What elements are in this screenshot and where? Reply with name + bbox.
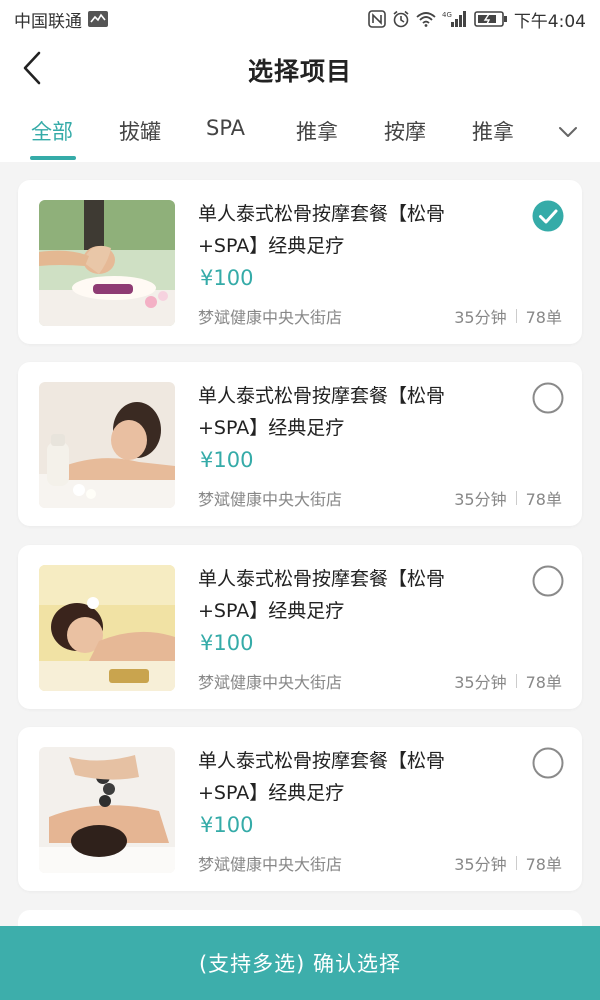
- meta-divider: [515, 491, 517, 505]
- service-title: 单人泰式松骨按摩套餐【松骨+SPA】经典足疗: [198, 203, 446, 257]
- service-title: 单人泰式松骨按摩套餐【松骨+SPA】经典足疗: [198, 385, 446, 439]
- service-card[interactable]: 单人泰式松骨按摩套餐【松骨+SPA】经典足疗 ¥100 梦斌健康中央大街店 35…: [18, 180, 582, 344]
- store-name: 梦斌健康中央大街店: [198, 855, 343, 874]
- check-circle-icon: [532, 200, 564, 232]
- store-name: 梦斌健康中央大街店: [198, 673, 343, 692]
- select-checkbox[interactable]: [532, 382, 564, 414]
- confirm-selection-button[interactable]: (支持多选) 确认选择: [0, 926, 600, 1000]
- status-bar: 中国联通 4G 下午4:04: [0, 0, 600, 38]
- service-price: ¥100: [200, 631, 254, 655]
- order-count: 78单: [525, 855, 562, 874]
- tab-massage[interactable]: 按摩: [384, 116, 426, 146]
- select-checkbox[interactable]: [532, 565, 564, 597]
- service-meta: 35分钟 78单: [454, 304, 562, 328]
- empty-circle-icon: [532, 382, 564, 414]
- empty-circle-icon: [532, 565, 564, 597]
- service-duration: 35分钟: [454, 490, 507, 509]
- active-tab-indicator: [30, 156, 76, 160]
- tab-all[interactable]: 全部: [31, 116, 73, 146]
- empty-circle-icon: [532, 747, 564, 779]
- status-bar-left: 中国联通: [14, 7, 108, 32]
- activity-icon: [88, 11, 108, 27]
- service-meta: 35分钟 78单: [454, 851, 562, 875]
- wifi-icon: [416, 11, 436, 27]
- order-count: 78单: [525, 490, 562, 509]
- service-thumbnail: [39, 565, 175, 691]
- tab-spa[interactable]: SPA: [206, 116, 245, 140]
- status-bar-right: 4G 下午4:04: [368, 7, 586, 32]
- service-price: ¥100: [200, 266, 254, 290]
- service-meta: 35分钟 78单: [454, 486, 562, 510]
- clock-label: 下午4:04: [513, 11, 586, 32]
- tabs-expand-button[interactable]: [556, 120, 580, 144]
- network-type-label: 4G: [442, 11, 452, 19]
- signal-icon: 4G: [442, 10, 468, 28]
- service-card[interactable]: 单人泰式松骨按摩套餐【松骨+SPA】经典足疗 ¥100 梦斌健康中央大街店 35…: [18, 727, 582, 891]
- service-meta: 35分钟 78单: [454, 669, 562, 693]
- alarm-icon: [392, 10, 410, 28]
- nfc-icon: [368, 10, 386, 28]
- meta-divider: [515, 674, 517, 688]
- battery-icon: [474, 10, 508, 28]
- tab-tuina-2[interactable]: 推拿: [472, 116, 514, 146]
- service-thumbnail: [39, 200, 175, 326]
- service-title: 单人泰式松骨按摩套餐【松骨+SPA】经典足疗: [198, 750, 446, 804]
- order-count: 78单: [525, 308, 562, 327]
- category-tabs: 全部 拔罐 SPA 推拿 按摩 推拿: [0, 100, 600, 162]
- tab-cupping[interactable]: 拔罐: [119, 116, 161, 146]
- service-thumbnail: [39, 382, 175, 508]
- service-price: ¥100: [200, 813, 254, 837]
- nav-header: 选择项目: [0, 38, 600, 100]
- service-price: ¥100: [200, 448, 254, 472]
- service-duration: 35分钟: [454, 308, 507, 327]
- chevron-down-icon: [559, 127, 577, 137]
- service-duration: 35分钟: [454, 855, 507, 874]
- service-card[interactable]: 单人泰式松骨按摩套餐【松骨+SPA】经典足疗 ¥100 梦斌健康中央大街店 35…: [18, 545, 582, 709]
- meta-divider: [515, 309, 517, 323]
- carrier-label: 中国联通: [14, 11, 82, 32]
- store-name: 梦斌健康中央大街店: [198, 490, 343, 509]
- meta-divider: [515, 856, 517, 870]
- order-count: 78单: [525, 673, 562, 692]
- select-checkbox[interactable]: [532, 747, 564, 779]
- service-title: 单人泰式松骨按摩套餐【松骨+SPA】经典足疗: [198, 568, 446, 622]
- tab-tuina[interactable]: 推拿: [296, 116, 338, 146]
- service-duration: 35分钟: [454, 673, 507, 692]
- service-thumbnail: [39, 747, 175, 873]
- store-name: 梦斌健康中央大街店: [198, 308, 343, 327]
- page-title: 选择项目: [247, 57, 352, 86]
- service-card[interactable]: 单人泰式松骨按摩套餐【松骨+SPA】经典足疗 ¥100 梦斌健康中央大街店 35…: [18, 362, 582, 526]
- select-checkbox-checked[interactable]: [532, 200, 564, 232]
